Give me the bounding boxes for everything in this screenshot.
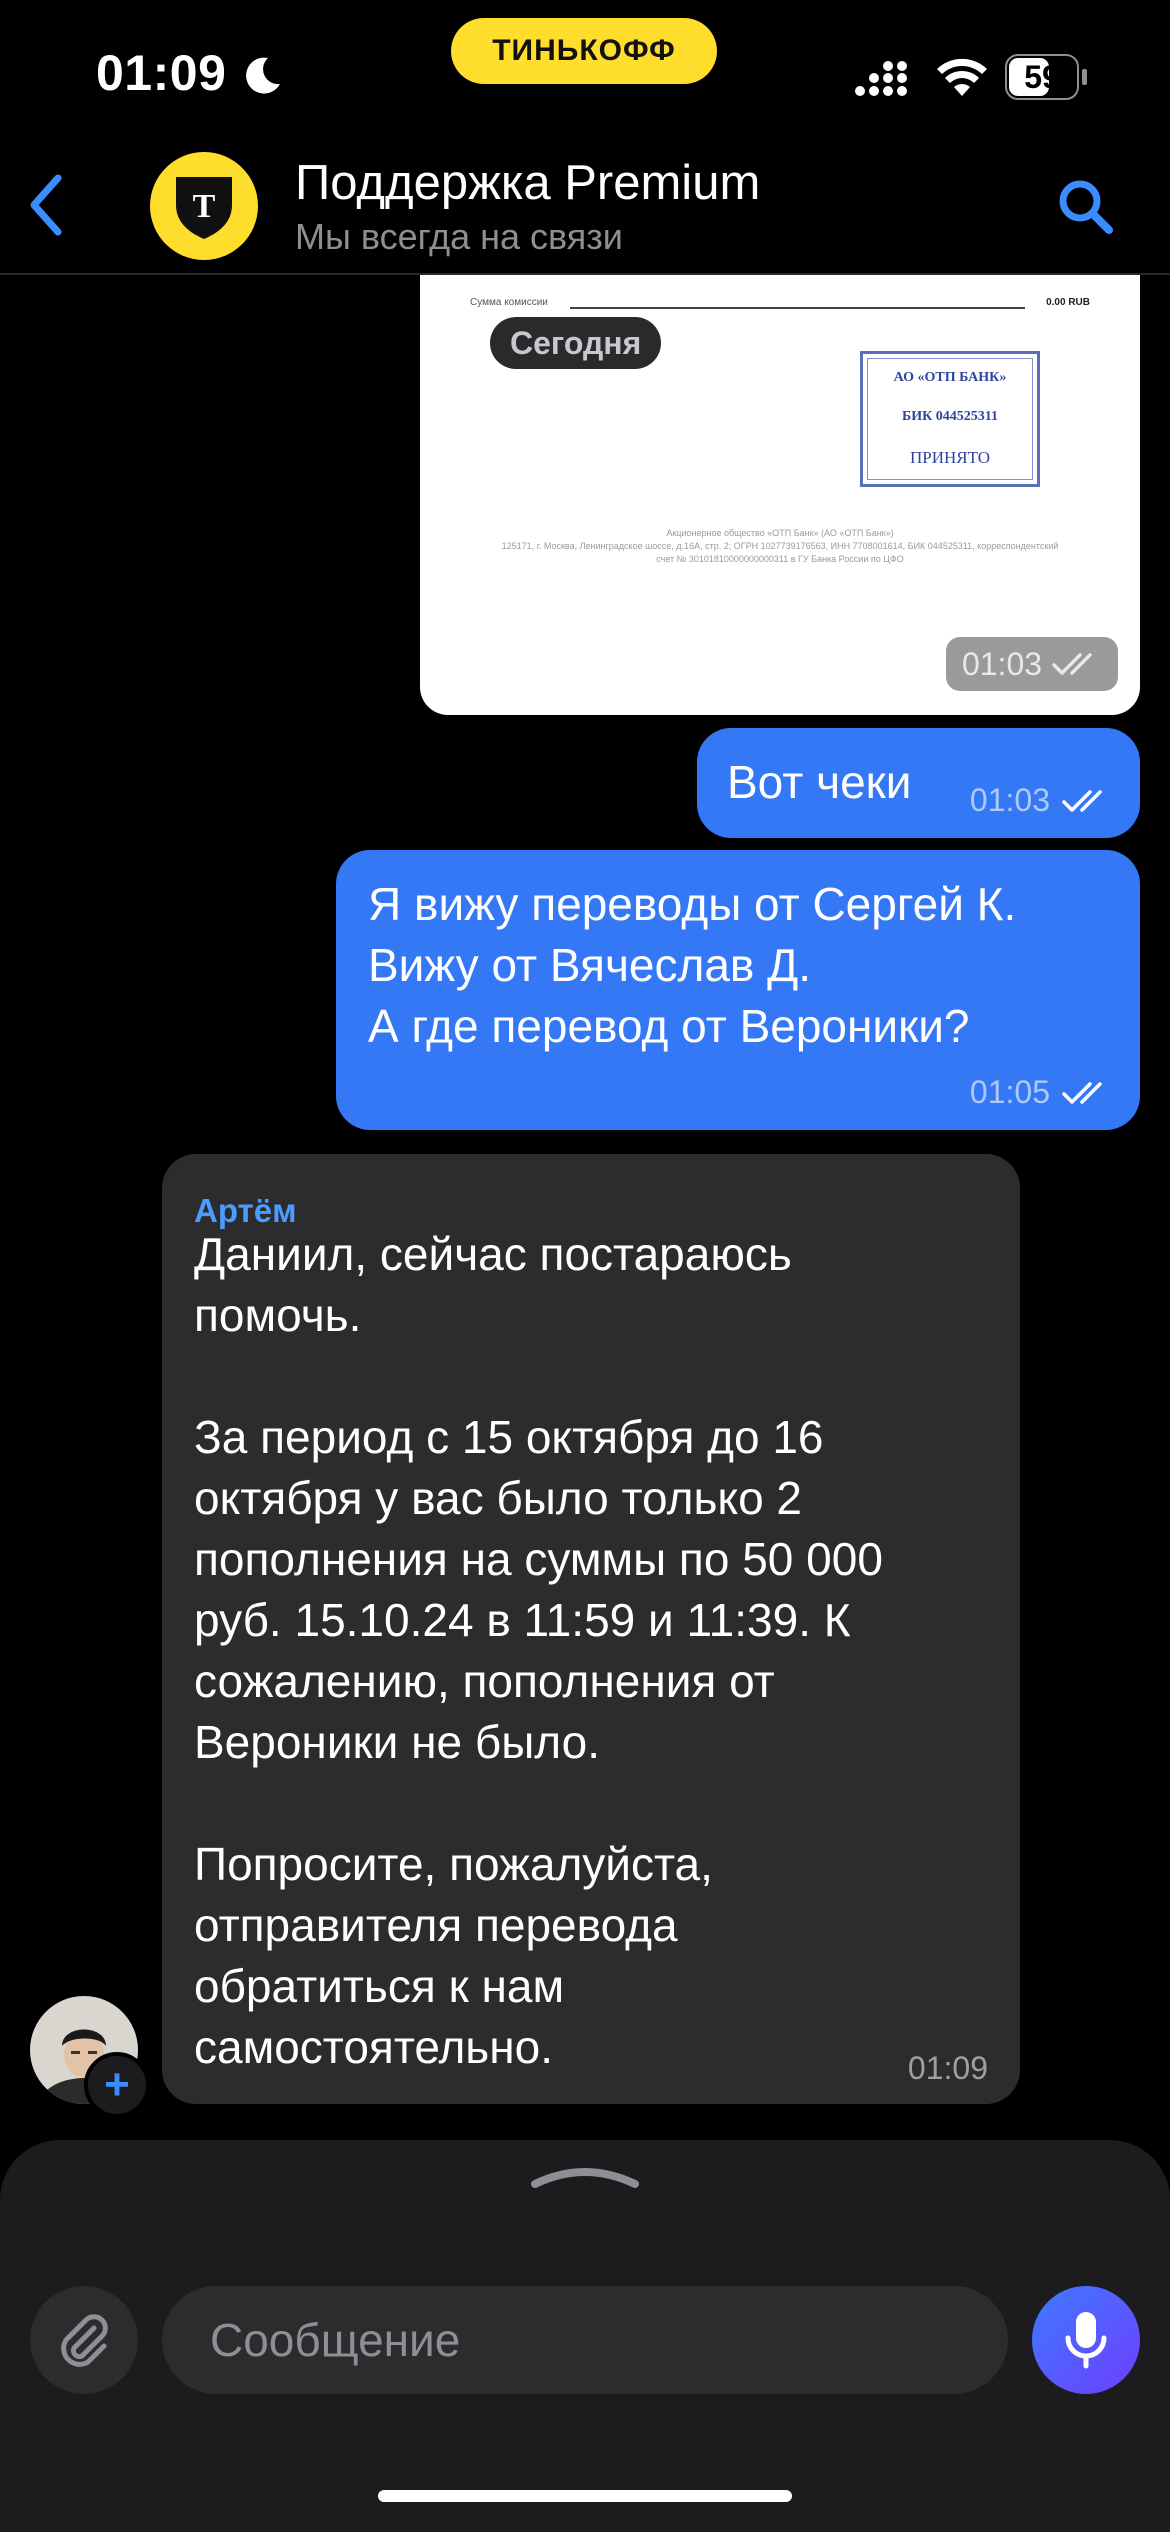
message-time: 01:03 [961, 645, 1043, 682]
stamp-bik: БИК 044525311 [901, 408, 999, 424]
message-meta: 01:05 [970, 1062, 1112, 1123]
back-chevron-icon[interactable] [22, 170, 72, 240]
chat-title[interactable]: Поддержка Premium [295, 155, 760, 211]
date-separator-chip: Сегодня [490, 317, 662, 369]
message-time: 01:09 [907, 2050, 988, 2086]
receipt-line-label: Сумма комиссии [470, 297, 548, 308]
stamp-accepted: ПРИНЯТО [909, 447, 991, 467]
message-text: Я вижу переводы от Сергей К. Вижу от Вяч… [368, 878, 1017, 1052]
home-indicator[interactable] [378, 2490, 792, 2502]
message-meta: 01:03 [970, 770, 1112, 831]
battery-level: 59 [1024, 58, 1060, 95]
brand-pill: ТИНЬКОФФ [451, 18, 717, 84]
moon-icon [246, 57, 280, 94]
wifi-icon [937, 58, 987, 96]
receipt-line-dots [570, 307, 1025, 309]
attach-button[interactable] [30, 2286, 138, 2394]
message-time: 01:05 [969, 1074, 1050, 1110]
message-meta: 01:09 [908, 2038, 988, 2099]
double-check-icon [1052, 653, 1092, 675]
double-check-icon [1062, 789, 1102, 812]
receipt-footer: Акционерное общество «ОТП Банк» (АО «ОТП… [460, 527, 1100, 566]
paperclip-icon [61, 2314, 108, 2367]
status-time: 01:09 [96, 45, 227, 101]
outgoing-message[interactable]: Вот чеки 01:03 [697, 728, 1140, 838]
chat-subtitle: Мы всегда на связи [295, 216, 623, 257]
bank-logo-avatar[interactable]: T [150, 152, 258, 260]
receipt-time-chip: 01:03 [946, 637, 1118, 691]
cellular-signal-icon [855, 61, 907, 96]
double-check-icon [1062, 1081, 1102, 1104]
message-input[interactable] [162, 2286, 1008, 2394]
receipt-commission-row: Сумма комиссии 0.00 RUB [470, 293, 1090, 313]
search-icon[interactable] [1055, 176, 1115, 236]
logo-letter: T [193, 188, 216, 225]
receipt-line-value: 0.00 RUB [1046, 297, 1090, 308]
expand-handle-icon[interactable] [525, 2160, 645, 2192]
bank-stamp: АО «ОТП БАНК» БИК 044525311 ПРИНЯТО [860, 351, 1040, 487]
message-text: Вот чеки [727, 756, 912, 808]
message-text: Даниил, сейчас постараюсь помочь. За пер… [194, 1228, 883, 2073]
microphone-icon [1065, 2312, 1107, 2369]
receipt-footer-line: Акционерное общество «ОТП Банк» (АО «ОТП… [666, 528, 894, 538]
receipt-footer-line: 125171, г. Москва, Ленинградское шоссе, … [501, 541, 1059, 551]
receipt-footer-line: счет № 30101810000000000311 в ГУ Банка Р… [656, 554, 904, 564]
incoming-message[interactable]: Артём Даниил, сейчас постараюсь помочь. … [162, 1154, 1020, 2104]
stamp-bank-name: АО «ОТП БАНК» [893, 370, 1007, 386]
microphone-button[interactable] [1032, 2286, 1140, 2394]
shield-logo-icon: T [176, 177, 232, 239]
message-time: 01:03 [969, 782, 1050, 818]
receipt-image-message[interactable]: Сумма комиссии 0.00 RUB Сегодня АО «ОТП … [420, 275, 1140, 715]
add-contact-badge[interactable]: + [84, 2052, 150, 2118]
outgoing-message[interactable]: Я вижу переводы от Сергей К. Вижу от Вяч… [336, 850, 1140, 1130]
